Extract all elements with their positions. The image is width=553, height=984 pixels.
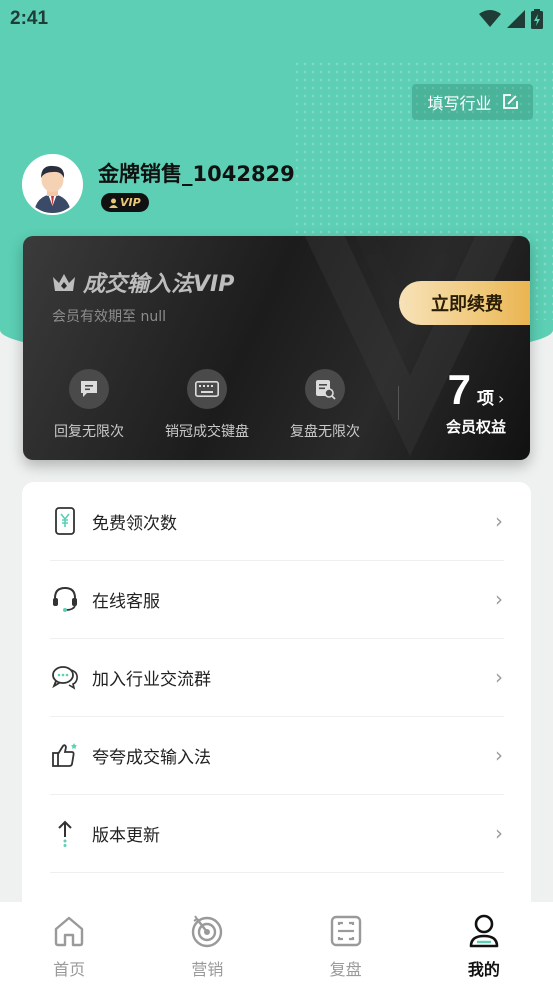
arrow-up-icon — [50, 818, 80, 848]
target-icon — [188, 912, 226, 950]
status-time: 2:41 — [10, 8, 49, 29]
chevron-right-icon: › — [497, 389, 505, 408]
status-bar: 2:41 — [0, 0, 553, 38]
tab-label: 营销 — [191, 960, 224, 979]
chevron-right-icon: › — [495, 665, 503, 689]
menu-item-free-credits[interactable]: 免费领次数 › — [22, 482, 531, 560]
member-benefits[interactable]: 7 项 › 会员权益 — [431, 366, 521, 437]
edit-icon — [502, 94, 518, 109]
person-icon — [109, 198, 118, 208]
coupon-phone-icon — [50, 506, 80, 536]
signal-icon — [507, 10, 525, 28]
chat-bubbles-icon — [50, 662, 80, 692]
fill-industry-label: 填写行业 — [427, 94, 492, 113]
scan-icon — [327, 912, 365, 950]
vip-title-text: 成交输入法VIP — [83, 272, 235, 297]
benefits-count: 7 — [447, 366, 471, 413]
chevron-right-icon: › — [495, 821, 503, 845]
status-icons — [479, 9, 543, 29]
headset-icon — [50, 584, 80, 614]
vip-title: 成交输入法VIP — [51, 266, 234, 298]
message-icon — [69, 369, 109, 409]
perk-unlimited-review[interactable]: 复盘无限次 — [270, 369, 380, 441]
benefits-label: 会员权益 — [445, 418, 506, 436]
menu-item-label: 加入行业交流群 — [92, 669, 211, 690]
avatar-illustration-icon — [24, 156, 81, 213]
bottom-tab-bar: 首页 营销 复盘 我的 — [0, 902, 553, 984]
renew-button[interactable]: 立即续费 — [399, 281, 530, 325]
perk-label: 回复无限次 — [54, 424, 124, 440]
fill-industry-button[interactable]: 填写行业 — [412, 84, 533, 120]
wifi-icon — [479, 10, 501, 27]
user-icon — [465, 912, 503, 950]
thumbs-up-icon — [50, 740, 80, 770]
menu-item-label: 夸夸成交输入法 — [92, 747, 211, 768]
divider — [50, 872, 504, 873]
search-doc-icon — [305, 369, 345, 409]
vip-badge-label: VIP — [120, 196, 141, 209]
home-icon — [50, 912, 88, 950]
chevron-right-icon: › — [495, 587, 503, 611]
tab-label: 我的 — [467, 960, 500, 979]
menu-item-praise-app[interactable]: 夸夸成交输入法 › — [22, 716, 531, 794]
perk-label: 销冠成交键盘 — [165, 424, 249, 440]
vip-card[interactable]: 成交输入法VIP 会员有效期至 null 立即续费 回复无限次 销冠成交键盘 复… — [23, 236, 530, 460]
menu-item-label: 在线客服 — [92, 591, 160, 612]
tab-review[interactable]: 复盘 — [277, 902, 415, 984]
chevron-right-icon: › — [495, 509, 503, 533]
menu-item-version-update[interactable]: 版本更新 › — [22, 794, 531, 872]
crown-icon — [53, 274, 75, 291]
perk-divider — [398, 386, 399, 420]
tab-mine[interactable]: 我的 — [415, 902, 553, 984]
tab-home[interactable]: 首页 — [0, 902, 138, 984]
menu-item-label: 版本更新 — [92, 825, 160, 846]
vip-expire-text: 会员有效期至 null — [52, 309, 166, 325]
perk-champion-keyboard[interactable]: 销冠成交键盘 — [152, 369, 262, 441]
keyboard-icon — [187, 369, 227, 409]
menu-card: 免费领次数 › 在线客服 › 加入行业交流群 › 夸夸成交输入法 › 版本更新 … — [22, 482, 531, 942]
tab-label: 复盘 — [329, 960, 362, 979]
battery-icon — [531, 9, 543, 29]
tab-label: 首页 — [53, 960, 86, 979]
menu-item-online-support[interactable]: 在线客服 › — [22, 560, 531, 638]
perk-label: 复盘无限次 — [290, 424, 360, 440]
chevron-right-icon: › — [495, 743, 503, 767]
menu-item-label: 免费领次数 — [92, 513, 177, 534]
benefits-unit: 项 — [476, 389, 494, 409]
tab-marketing[interactable]: 营销 — [138, 902, 276, 984]
vip-badge: VIP — [101, 193, 149, 212]
avatar[interactable] — [22, 154, 83, 215]
perk-unlimited-reply[interactable]: 回复无限次 — [34, 369, 144, 441]
username: 金牌销售_1042829 — [98, 162, 295, 186]
menu-item-join-group[interactable]: 加入行业交流群 › — [22, 638, 531, 716]
